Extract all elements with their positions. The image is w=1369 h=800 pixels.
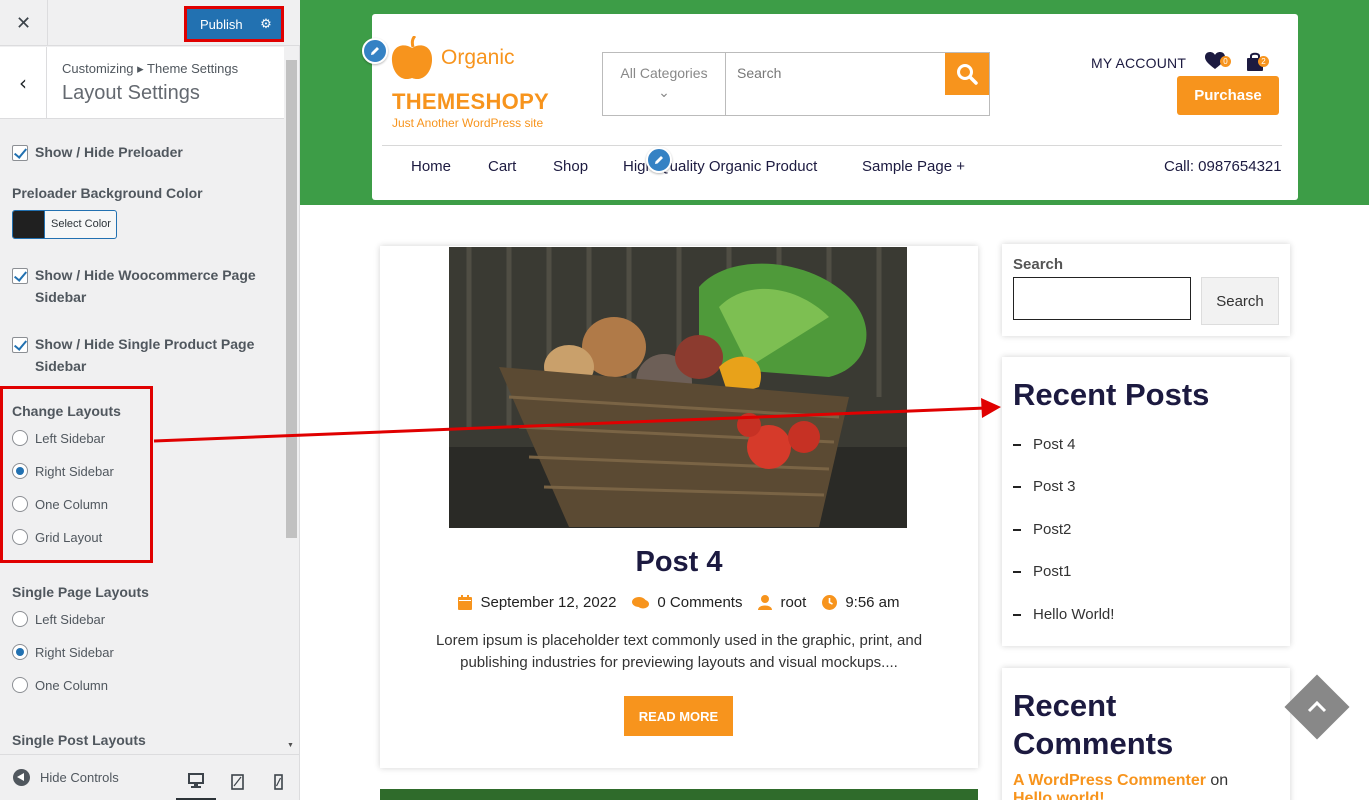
annotation-arrow bbox=[153, 398, 1001, 443]
